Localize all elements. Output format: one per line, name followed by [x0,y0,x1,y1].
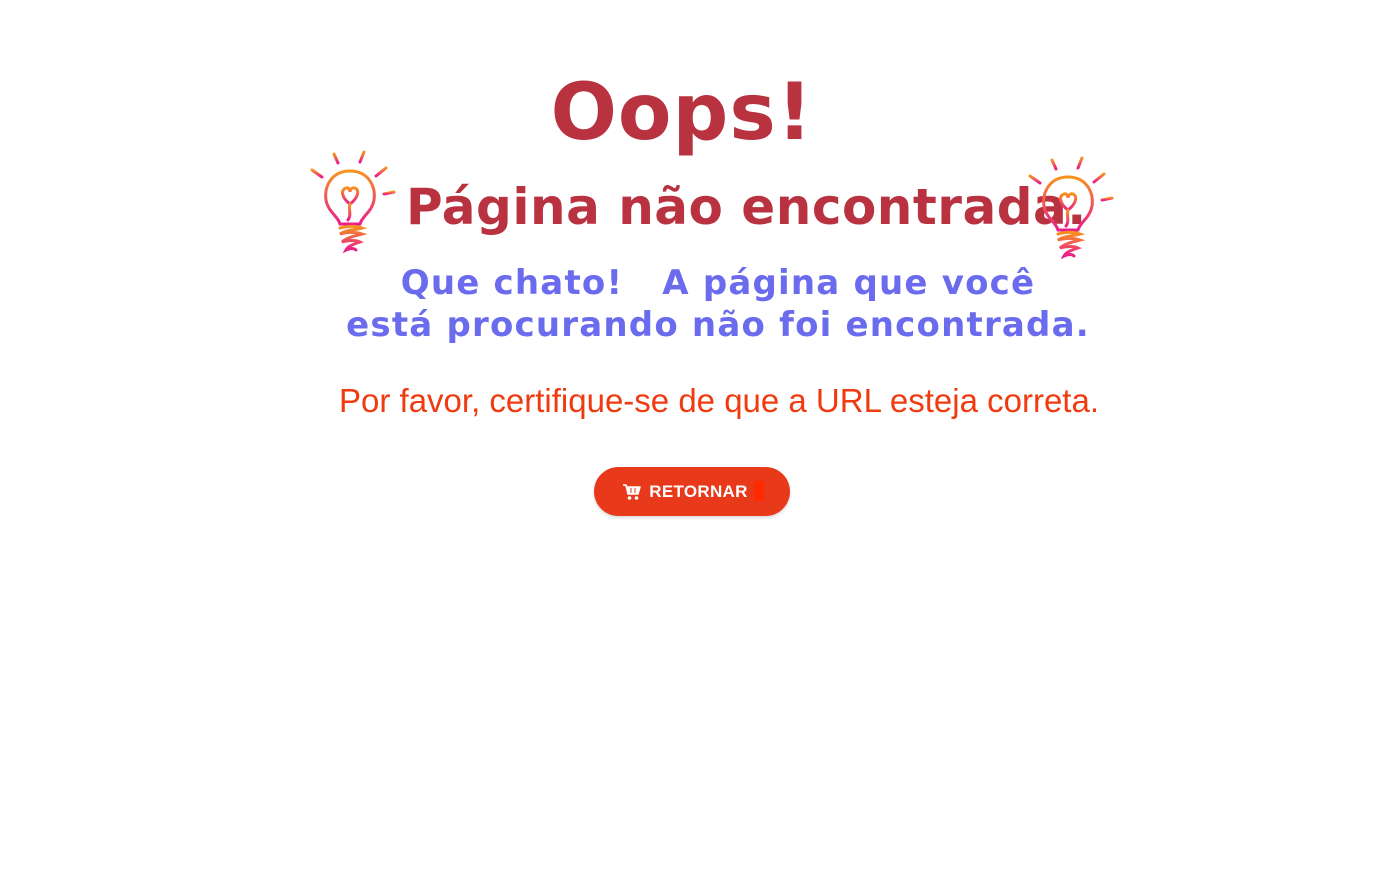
message-line-2: está procurando não foi encontrada. [346,305,1090,345]
return-button[interactable]: RETORNAR [594,467,790,516]
page-title: Oops! [550,68,814,158]
return-button-label: RETORNAR [649,481,748,501]
not-found-page: Oops! Página não encontrada. Que chato! … [0,0,1400,893]
url-hint: Por favor, certifique-se de que a URL es… [339,382,1099,419]
lightbulb-heart-icon [1021,156,1114,260]
button-decoration [754,481,764,501]
not-found-message: Que chato! A página que você está procur… [0,262,1400,346]
lightbulb-heart-icon [303,150,396,254]
page-subtitle: Página não encontrada. [406,178,1087,236]
cart-icon [623,483,642,500]
message-line-1: Que chato! A página que você [400,263,1036,303]
